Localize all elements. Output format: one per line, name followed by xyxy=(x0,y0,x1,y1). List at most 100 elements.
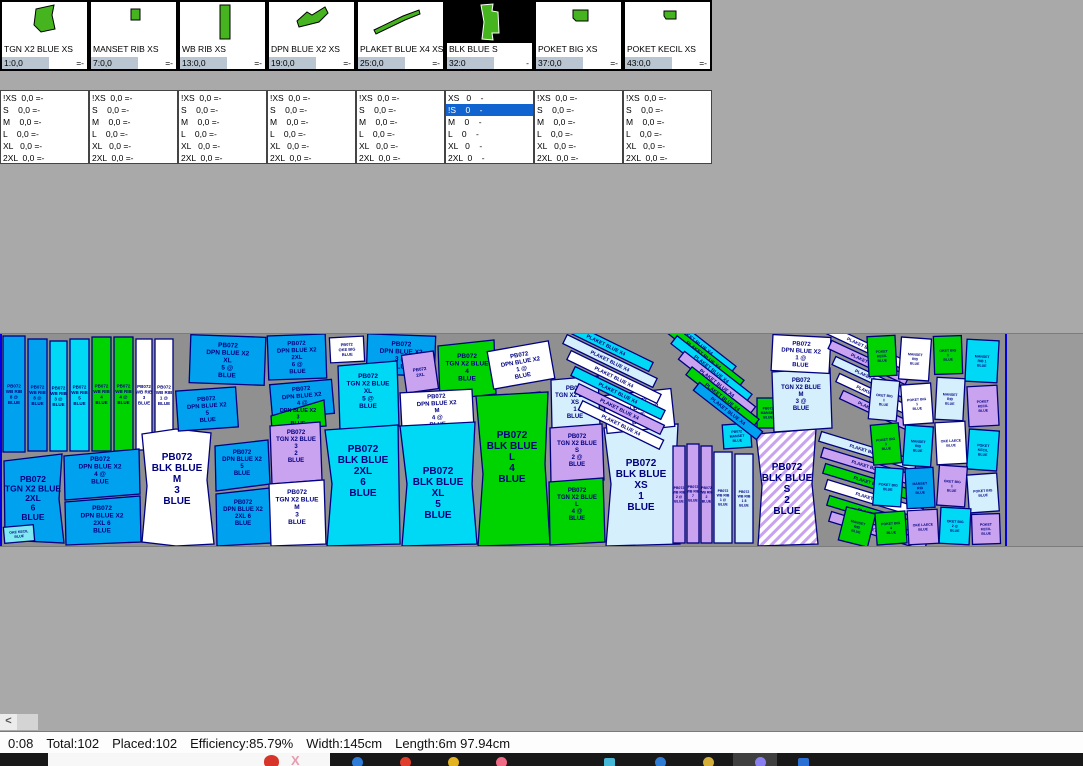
pattern-piece[interactable]: POKET BIG1BLUE xyxy=(870,423,901,465)
taskbar-app-icon[interactable] xyxy=(400,757,411,766)
taskbar-app-icon[interactable] xyxy=(352,757,363,766)
size-row[interactable]: 2XL 0,0 =- xyxy=(268,152,355,164)
pattern-piece[interactable]: PB072BLK BLUE2XL6BLUE xyxy=(325,425,400,546)
pattern-piece[interactable]: MANSETRIBBLUE xyxy=(899,337,932,381)
piece-card-dpn[interactable]: DPN BLUE X2 XS19:0,0=- xyxy=(267,0,356,71)
pattern-piece[interactable]: PB072WB RIB4 @BLUE xyxy=(114,337,133,451)
taskbar-app-icon[interactable] xyxy=(755,757,766,766)
size-row[interactable]: S 0,0 =- xyxy=(179,104,266,116)
size-row[interactable]: M 0,0 =- xyxy=(624,116,711,128)
size-row[interactable]: XL 0,0 =- xyxy=(357,140,444,152)
size-row[interactable]: S 0,0 =- xyxy=(268,104,355,116)
piece-id-count[interactable]: 1:0,0 xyxy=(2,57,49,69)
pattern-piece[interactable]: PB072WB RIB3 @BLUE xyxy=(50,341,67,451)
size-row[interactable]: !XS 0,0 =- xyxy=(268,92,355,104)
app-x-icon[interactable]: X xyxy=(291,754,300,766)
size-row[interactable]: XL 0,0 =- xyxy=(1,140,88,152)
pattern-piece[interactable]: PB0722XL xyxy=(402,351,439,393)
size-row[interactable]: !XS 0,0 =- xyxy=(535,92,622,104)
size-row[interactable]: M 0,0 =- xyxy=(90,116,177,128)
taskbar-app-icon[interactable] xyxy=(448,757,459,766)
scroll-left-button[interactable]: < xyxy=(0,714,17,730)
piece-id-count[interactable]: 32:0 xyxy=(447,57,494,69)
pattern-piece[interactable]: OKET BIG1BLUE xyxy=(933,336,962,375)
pattern-piece[interactable]: PB072OKE BIGBLUE xyxy=(329,336,364,363)
pattern-piece[interactable]: POKET BIG1BLUE xyxy=(901,383,934,425)
taskbar-app-icon[interactable] xyxy=(703,757,714,766)
pattern-piece[interactable]: POKET BIGBLUE xyxy=(967,473,1000,513)
taskbar-app-icon[interactable] xyxy=(604,758,615,766)
pattern-piece[interactable]: PB072BLK BLUEXL5BLUE xyxy=(400,422,477,546)
pattern-piece[interactable]: PB072TGN X2 BLUEM3BLUE xyxy=(269,480,326,546)
pattern-piece[interactable]: POKETKECILBLUE xyxy=(967,429,1000,471)
pattern-piece[interactable]: PB072WB RIB8 @BLUE xyxy=(28,339,47,451)
size-row[interactable]: M 0,0 =- xyxy=(357,116,444,128)
piece-card-plaket[interactable]: PLAKET BLUE X4 XS25:0,0=- xyxy=(356,0,445,71)
pattern-piece[interactable]: POKETKECILBLUE xyxy=(867,335,897,376)
piece-id-count[interactable]: 25:0,0 xyxy=(358,57,405,69)
size-row[interactable]: 2XL 0,0 =- xyxy=(624,152,711,164)
size-row[interactable]: !XS 0,0 =- xyxy=(90,92,177,104)
size-row[interactable]: M 0,0 =- xyxy=(1,116,88,128)
pattern-piece[interactable]: PB072WB RIB5BLUE xyxy=(70,339,89,451)
size-row[interactable]: !XS 0,0 =- xyxy=(179,92,266,104)
size-row[interactable]: XL 0,0 =- xyxy=(268,140,355,152)
pattern-piece[interactable]: PB072WB RIB7BLUE xyxy=(687,444,700,543)
size-row[interactable]: 2XL 0,0 =- xyxy=(179,152,266,164)
taskbar-active-app[interactable] xyxy=(48,753,330,766)
pattern-piece[interactable]: PB072WB RIB2 @BLUE xyxy=(673,446,686,543)
pattern-piece[interactable]: PB072DPN BLUE X24 @BLUE xyxy=(64,449,140,500)
pattern-piece[interactable]: PB072BLK BLUEM3BLUE xyxy=(142,429,214,546)
size-row[interactable]: M 0 - xyxy=(446,116,533,128)
size-row[interactable]: XL 0,0 =- xyxy=(90,140,177,152)
size-row[interactable]: L 0,0 =- xyxy=(268,128,355,140)
pattern-piece[interactable]: PB072BLK BLUEXS1BLUE xyxy=(604,424,680,546)
pattern-piece[interactable]: POKETKECILBLUE xyxy=(971,514,1000,545)
piece-card-poketkecil[interactable]: POKET KECIL XS43:0,0=- xyxy=(623,0,712,71)
size-row[interactable]: XS 0 - xyxy=(446,92,533,104)
pattern-piece[interactable]: POKET BIGBLUE xyxy=(873,467,904,507)
size-row[interactable]: S 0,0 =- xyxy=(535,104,622,116)
pattern-piece[interactable]: PB072WB RIB2BLUE xyxy=(700,446,713,543)
pattern-piece[interactable]: POKET BIG4BLUE xyxy=(875,511,907,545)
pattern-piece[interactable]: PB072DPN BLUE X21 @BLUE xyxy=(771,335,831,374)
size-row[interactable]: S 0,0 =- xyxy=(357,104,444,116)
size-row[interactable]: 2XL 0,0 =- xyxy=(535,152,622,164)
pattern-piece[interactable]: PB072DPN BLUE X25BLUE xyxy=(176,387,239,431)
horizontal-scrollbar[interactable]: < xyxy=(0,714,1083,730)
pattern-piece[interactable]: PB072BLK BLUEL4BLUE xyxy=(476,392,550,546)
pattern-piece[interactable]: MANSETRIBBLUE xyxy=(905,467,935,508)
size-row[interactable]: XL 0,0 =- xyxy=(179,140,266,152)
piece-card-tgn[interactable]: TGN X2 BLUE XS1:0,0=- xyxy=(0,0,89,71)
piece-id-count[interactable]: 43:0,0 xyxy=(625,57,672,69)
pattern-piece[interactable]: OKE KECILBLUE xyxy=(3,525,34,544)
size-row[interactable]: L 0 - xyxy=(446,128,533,140)
pattern-piece[interactable]: PB072TGN X2 BLUEXL5 @BLUE xyxy=(338,361,399,431)
size-row[interactable]: L 0,0 =- xyxy=(90,128,177,140)
piece-id-count[interactable]: 19:0,0 xyxy=(269,57,316,69)
size-row[interactable]: M 0,0 =- xyxy=(268,116,355,128)
scroll-thumb[interactable] xyxy=(17,714,38,730)
pattern-piece[interactable]: PB072TGN X2 BLUE32BLUE xyxy=(270,422,322,484)
size-row[interactable]: S 0,0 =- xyxy=(90,104,177,116)
size-row[interactable]: L 0,0 =- xyxy=(179,128,266,140)
pattern-piece[interactable]: OKET BIG2 @BLUE xyxy=(939,507,971,545)
piece-id-count[interactable]: 37:0,0 xyxy=(536,57,583,69)
size-row[interactable]: L 0,0 =- xyxy=(1,128,88,140)
size-row[interactable]: !XS 0,0 =- xyxy=(624,92,711,104)
size-row[interactable]: M 0,0 =- xyxy=(179,116,266,128)
size-row[interactable]: L 0,0 =- xyxy=(624,128,711,140)
size-row[interactable]: S 0,0 =- xyxy=(1,104,88,116)
pattern-piece[interactable]: MANSETRIBBLUE xyxy=(935,377,965,420)
size-row[interactable]: !XS 0,0 =- xyxy=(357,92,444,104)
size-row[interactable]: 2XL 0 - xyxy=(446,152,533,164)
pattern-piece[interactable]: PB072DPN BLUE X2XL5 @BLUE xyxy=(189,335,266,386)
taskbar[interactable]: X xyxy=(0,753,1083,766)
piece-card-poketbig[interactable]: POKET BIG XS37:0,0=- xyxy=(534,0,623,71)
size-row[interactable]: !XS 0,0 =- xyxy=(1,92,88,104)
app-flower-icon[interactable] xyxy=(264,755,279,766)
pattern-piece[interactable]: OKE LAECEBLUE xyxy=(935,421,967,465)
size-row[interactable]: XL 0,0 =- xyxy=(624,140,711,152)
size-row[interactable]: XL 0 - xyxy=(446,140,533,152)
pattern-piece[interactable]: PB072WB RIB8 @BLUE xyxy=(3,336,25,452)
